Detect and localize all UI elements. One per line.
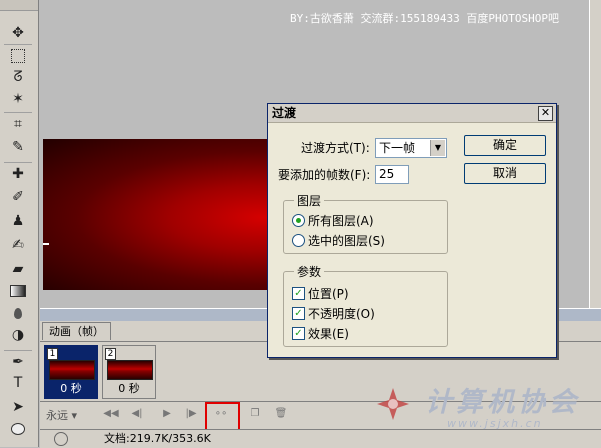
- selected-layers-radio[interactable]: [292, 234, 305, 247]
- zoom-icon[interactable]: [54, 432, 68, 446]
- cancel-button[interactable]: 取消: [464, 163, 546, 184]
- frame-number: 2: [105, 348, 116, 360]
- tween-with-label: 过渡方式(T):: [301, 141, 370, 155]
- previous-frame-icon[interactable]: ◀|: [128, 406, 146, 421]
- selected-layers-label: 选中的图层(S): [308, 234, 385, 248]
- tools-panel-grip[interactable]: [0, 0, 38, 11]
- document-canvas[interactable]: [43, 139, 283, 290]
- type-tool-icon[interactable]: T: [4, 372, 32, 394]
- next-frame-icon[interactable]: |▶: [182, 406, 200, 421]
- chevron-down-icon[interactable]: ▼: [430, 140, 445, 156]
- gradient-tool-icon[interactable]: [4, 280, 32, 302]
- eyedropper-tool-icon[interactable]: ✎: [4, 136, 32, 158]
- healing-brush-tool-icon[interactable]: ✚: [4, 162, 32, 185]
- marquee-tool-icon[interactable]: [4, 44, 32, 67]
- effects-label: 效果(E): [308, 327, 349, 341]
- frame-number: 1: [47, 348, 58, 360]
- author-watermark: BY:古欲香萧 交流群:155189433 百度PHOTOSHOP吧: [290, 12, 559, 25]
- frame-thumbnail: [107, 360, 153, 380]
- ok-button[interactable]: 确定: [464, 135, 546, 156]
- tween-with-select[interactable]: 下一帧 ▼: [375, 138, 447, 158]
- path-selection-tool-icon[interactable]: ➤: [4, 396, 32, 418]
- layers-group-label: 图层: [294, 192, 325, 209]
- close-icon[interactable]: ✕: [538, 106, 553, 121]
- all-layers-label: 所有图层(A): [308, 214, 374, 228]
- parameters-group-label: 参数: [294, 263, 325, 280]
- history-brush-tool-icon[interactable]: ✍: [4, 234, 32, 256]
- layers-group: 图层 所有图层(A) 选中的图层(S): [283, 192, 448, 254]
- site-watermark-title: 计算机协会: [425, 387, 580, 418]
- frame-delay[interactable]: 0 秒: [103, 380, 155, 396]
- frame-thumbnail: [49, 360, 95, 380]
- brush-tool-icon[interactable]: ✐: [4, 186, 32, 208]
- frame-delay[interactable]: 0 秒: [45, 380, 97, 396]
- tab-animation-frames[interactable]: 动画（帧）: [42, 322, 111, 340]
- loop-select[interactable]: 永远 ▾: [46, 407, 94, 422]
- delete-frame-icon[interactable]: 🗑: [272, 406, 290, 421]
- move-tool-icon[interactable]: ✥: [4, 22, 32, 44]
- blur-tool-icon[interactable]: [4, 302, 32, 324]
- all-layers-radio[interactable]: [292, 214, 305, 227]
- frames-to-add-field[interactable]: 25: [375, 165, 409, 184]
- lasso-tool-icon[interactable]: ᘔ: [4, 66, 32, 88]
- opacity-checkbox[interactable]: ✓: [292, 307, 305, 320]
- tools-panel: ✥ ᘔ ✶ ⌗ ✎ ✚ ✐ ♟ ✍ ▰ ◑ ✒ T ➤: [0, 0, 39, 447]
- document-size: 文档:219.7K/353.6K: [104, 432, 211, 445]
- first-frame-icon[interactable]: ◀◀: [102, 406, 120, 421]
- parameters-group: 参数 ✓ 位置(P) ✓ 不透明度(O) ✓ 效果(E): [283, 263, 448, 347]
- animation-frame-1[interactable]: 1 0 秒: [44, 345, 98, 399]
- status-bar: 文档:219.7K/353.6K: [40, 429, 601, 448]
- shape-tool-icon[interactable]: [4, 418, 32, 440]
- dodge-tool-icon[interactable]: ◑: [4, 324, 32, 346]
- crop-tool-icon[interactable]: ⌗: [4, 112, 32, 135]
- effects-checkbox[interactable]: ✓: [292, 327, 305, 340]
- frames-to-add-label: 要添加的帧数(F):: [278, 168, 371, 182]
- site-watermark-url: www.jsjxh.cn: [447, 417, 543, 430]
- opacity-label: 不透明度(O): [308, 307, 375, 321]
- animation-frame-2[interactable]: 2 0 秒: [102, 345, 156, 399]
- play-icon[interactable]: ▶: [158, 406, 176, 421]
- canvas-guide-marker: [43, 243, 49, 245]
- magic-wand-tool-icon[interactable]: ✶: [4, 88, 32, 110]
- duplicate-frame-icon[interactable]: ❐: [246, 406, 264, 421]
- position-label: 位置(P): [308, 287, 349, 301]
- clone-stamp-tool-icon[interactable]: ♟: [4, 210, 32, 232]
- loop-value: 永远: [46, 409, 68, 422]
- site-logo-icon: [377, 388, 409, 420]
- tween-dialog: 过渡 ✕ 过渡方式(T): 下一帧 ▼ 要添加的帧数(F): 25 确定 取消 …: [267, 103, 557, 358]
- position-checkbox[interactable]: ✓: [292, 287, 305, 300]
- dialog-title: 过渡: [268, 104, 556, 123]
- pen-tool-icon[interactable]: ✒: [4, 350, 32, 373]
- eraser-tool-icon[interactable]: ▰: [4, 258, 32, 280]
- tween-with-value: 下一帧: [379, 141, 416, 155]
